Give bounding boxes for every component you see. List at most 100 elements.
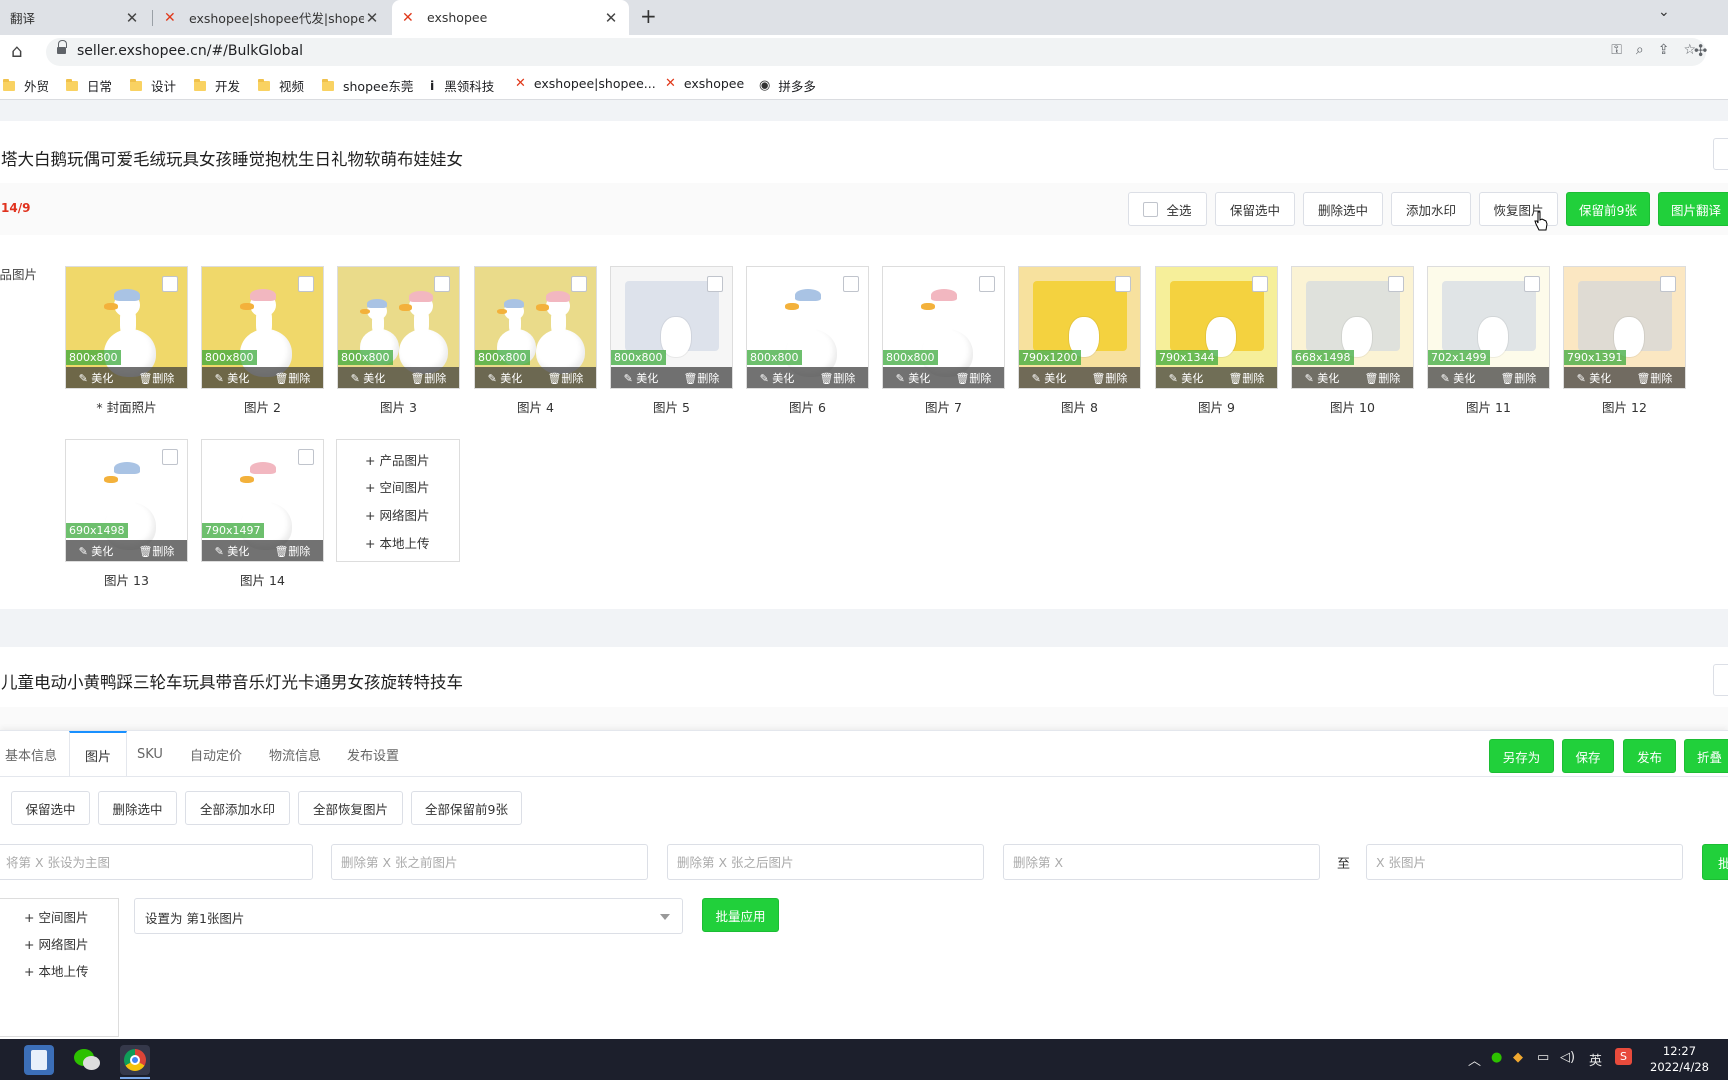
add-space-image-link[interactable]: + 空间图片 — [365, 477, 429, 496]
bookmark-folder[interactable]: 开发 — [194, 76, 240, 95]
delete-image-button[interactable]: 🗑删除 — [138, 370, 174, 386]
close-icon[interactable]: ✕ — [364, 9, 380, 27]
delete-image-button[interactable]: 🗑删除 — [274, 370, 310, 386]
product-image-thumbnail[interactable]: 800x800 ✎ 美化 🗑删除 — [337, 266, 460, 389]
beautify-button[interactable]: ✎ 美化 — [79, 370, 114, 386]
close-icon[interactable]: ✕ — [603, 9, 619, 27]
tray-app-icon[interactable]: ◆ — [1513, 1050, 1523, 1065]
bulk-keep-selected-button[interactable]: 保留选中 — [11, 791, 90, 825]
ime-indicator[interactable]: 英 — [1589, 1050, 1602, 1069]
delete-image-button[interactable]: 🗑删除 — [274, 543, 310, 559]
image-checkbox[interactable] — [979, 276, 995, 292]
product-image-thumbnail[interactable]: 800x800 ✎ 美化 🗑删除 — [882, 266, 1005, 389]
beautify-button[interactable]: ✎ 美化 — [1577, 370, 1612, 386]
image-translate-button[interactable]: 图片翻译 — [1658, 192, 1728, 226]
add-watermark-button[interactable]: 添加水印 — [1391, 192, 1471, 226]
close-icon[interactable]: ✕ — [124, 9, 140, 27]
delete-image-button[interactable]: 🗑删除 — [683, 370, 719, 386]
browser-tab-exshopee[interactable]: ✕ exshopee ✕ — [392, 0, 629, 35]
product-image-thumbnail[interactable]: 800x800 ✎ 美化 🗑删除 — [65, 266, 188, 389]
product-image-thumbnail[interactable]: 790x1497 ✎ 美化 🗑删除 — [201, 439, 324, 562]
share-icon[interactable]: ⇪ — [1658, 42, 1670, 58]
image-checkbox[interactable] — [571, 276, 587, 292]
bookmark-folder[interactable]: 外贸 — [3, 76, 49, 95]
bulk-restore-images-button[interactable]: 全部恢复图片 — [298, 791, 403, 825]
delete-before-input[interactable] — [331, 844, 648, 880]
bookmark-folder[interactable]: 日常 — [66, 76, 112, 95]
save-as-button[interactable]: 另存为 — [1489, 739, 1554, 773]
tab-publish-settings[interactable]: 发布设置 — [347, 731, 399, 777]
card-close-button[interactable] — [1713, 138, 1728, 170]
image-checkbox[interactable] — [1660, 276, 1676, 292]
add-web-image-link[interactable]: + 网络图片 — [24, 934, 88, 953]
delete-before-field[interactable] — [332, 845, 647, 879]
beautify-button[interactable]: ✎ 美化 — [1305, 370, 1340, 386]
product-image-thumbnail[interactable]: 800x800 ✎ 美化 🗑删除 — [610, 266, 733, 389]
bookmark-link[interactable]: i 黑领科技 — [430, 76, 494, 95]
image-checkbox[interactable] — [434, 276, 450, 292]
delete-range-from-input[interactable] — [1003, 844, 1320, 880]
extensions-puzzle-icon[interactable]: ✣ — [1694, 41, 1707, 60]
image-checkbox[interactable] — [843, 276, 859, 292]
delete-image-button[interactable]: 🗑删除 — [1364, 370, 1400, 386]
volume-icon[interactable]: ◁) — [1560, 1050, 1575, 1065]
beautify-button[interactable]: ✎ 美化 — [79, 543, 114, 559]
bookmark-folder[interactable]: shopee东莞 — [322, 76, 413, 95]
image-checkbox[interactable] — [1115, 276, 1131, 292]
publish-button[interactable]: 发布 — [1623, 739, 1676, 773]
bookmark-link[interactable]: ✕ exshopee|shopee... — [515, 76, 656, 91]
image-checkbox[interactable] — [298, 449, 314, 465]
image-checkbox[interactable] — [298, 276, 314, 292]
add-web-image-link[interactable]: + 网络图片 — [365, 505, 429, 524]
beautify-button[interactable]: ✎ 美化 — [215, 370, 250, 386]
delete-image-button[interactable]: 🗑删除 — [955, 370, 991, 386]
tab-logistics[interactable]: 物流信息 — [269, 731, 321, 777]
delete-image-button[interactable]: 🗑删除 — [1091, 370, 1127, 386]
zoom-icon[interactable]: ⌕ — [1636, 42, 1644, 58]
browser-tab-exshopee-agent[interactable]: ✕ exshopee|shopee代发|shopee代 ✕ — [154, 0, 390, 35]
collapse-button[interactable]: 折叠 — [1684, 739, 1728, 773]
tab-images[interactable]: 图片 — [69, 731, 128, 777]
add-product-image-link[interactable]: + 产品图片 — [365, 450, 429, 469]
product-image-thumbnail[interactable]: 800x800 ✎ 美化 🗑删除 — [474, 266, 597, 389]
beautify-button[interactable]: ✎ 美化 — [760, 370, 795, 386]
tab-auto-pricing[interactable]: 自动定价 — [190, 731, 242, 777]
delete-image-button[interactable]: 🗑删除 — [138, 543, 174, 559]
image-checkbox[interactable] — [1388, 276, 1404, 292]
delete-range-from-field[interactable] — [1004, 845, 1319, 879]
home-icon[interactable]: ⌂ — [11, 41, 22, 62]
bookmark-folder[interactable]: 设计 — [130, 76, 176, 95]
bookmark-link[interactable]: ◉ 拼多多 — [759, 76, 816, 95]
beautify-button[interactable]: ✎ 美化 — [1032, 370, 1067, 386]
tab-search-chevron-icon[interactable]: ⌄ — [1658, 4, 1670, 20]
delete-range-to-field[interactable] — [1367, 845, 1682, 879]
image-checkbox[interactable] — [707, 276, 723, 292]
product-image-thumbnail[interactable]: 790x1344 ✎ 美化 🗑删除 — [1155, 266, 1278, 389]
product-image-thumbnail[interactable]: 790x1391 ✎ 美化 🗑删除 — [1563, 266, 1686, 389]
delete-image-button[interactable]: 🗑删除 — [410, 370, 446, 386]
lock-icon[interactable] — [57, 40, 67, 56]
tray-chevron-up-icon[interactable]: ︿ — [1468, 1050, 1481, 1069]
delete-range-to-input[interactable] — [1366, 844, 1683, 880]
add-space-image-link[interactable]: + 空间图片 — [24, 907, 88, 926]
image-checkbox[interactable] — [1524, 276, 1540, 292]
image-checkbox[interactable] — [1252, 276, 1268, 292]
keep-selected-button[interactable]: 保留选中 — [1215, 192, 1295, 226]
bookmark-link[interactable]: ✕ exshopee — [665, 76, 744, 91]
set-main-image-input[interactable] — [0, 844, 313, 880]
network-icon[interactable]: ▭ — [1537, 1050, 1549, 1065]
save-button[interactable]: 保存 — [1562, 739, 1614, 773]
set-main-image-field[interactable] — [0, 845, 312, 879]
bulk-add-watermark-button[interactable]: 全部添加水印 — [185, 791, 290, 825]
delete-after-input[interactable] — [667, 844, 984, 880]
local-upload-link[interactable]: + 本地上传 — [24, 961, 88, 980]
delete-selected-button[interactable]: 删除选中 — [1303, 192, 1383, 226]
input-method-s-icon[interactable]: S — [1615, 1048, 1632, 1065]
main-image-select[interactable]: 设置为 第1张图片 — [134, 898, 683, 934]
product-image-thumbnail[interactable]: 702x1499 ✎ 美化 🗑删除 — [1427, 266, 1550, 389]
beautify-button[interactable]: ✎ 美化 — [1441, 370, 1476, 386]
tab-basic-info[interactable]: 基本信息 — [5, 731, 57, 777]
card-close-button[interactable] — [1713, 664, 1728, 696]
tray-wechat-icon[interactable]: ● — [1491, 1050, 1502, 1065]
select-all-checkbox[interactable]: 全选 — [1128, 192, 1207, 226]
